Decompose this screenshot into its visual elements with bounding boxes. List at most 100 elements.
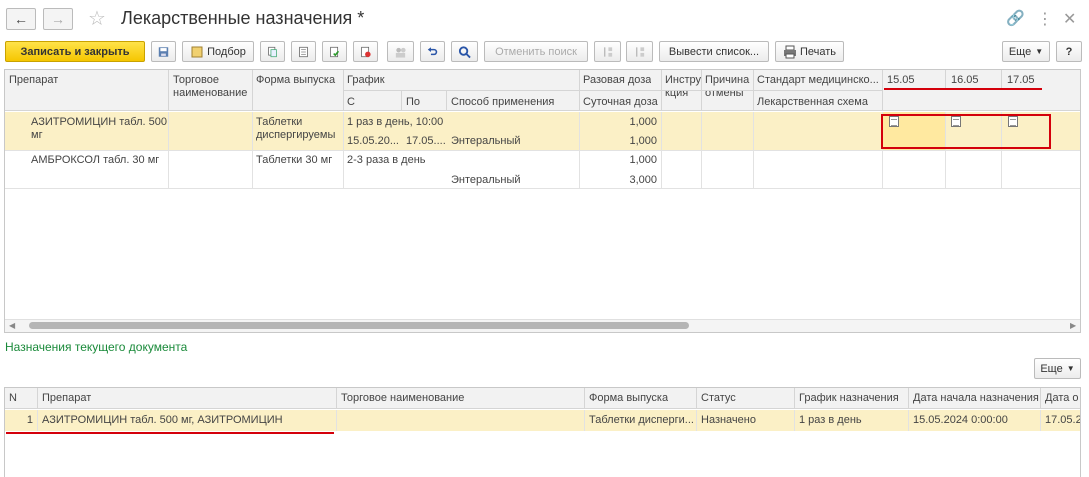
cancel-doc-button[interactable] bbox=[353, 41, 378, 62]
scroll-left-icon[interactable]: ◀ bbox=[9, 321, 15, 330]
save-close-button[interactable]: Записать и закрыть bbox=[5, 41, 145, 62]
title-bar: ← → ☆ Лекарственные назначения * 🔗 ⋮ ✕ bbox=[0, 0, 1089, 38]
row-form: Таблетки дисперги... bbox=[589, 414, 693, 426]
row-date2: 17.05.2 bbox=[1045, 414, 1081, 426]
col-method[interactable]: Способ применения bbox=[451, 96, 554, 109]
copy-button[interactable] bbox=[260, 41, 285, 62]
search-icon bbox=[458, 45, 471, 58]
row-schedule: 1 раз в день bbox=[799, 414, 862, 426]
row1-to: 17.05.... bbox=[406, 135, 446, 147]
prescriptions-table: Препарат Торговое наименование Форма вып… bbox=[4, 69, 1081, 333]
col-schedule[interactable]: График bbox=[347, 74, 385, 87]
col-date-1505[interactable]: 15.05 bbox=[887, 74, 915, 87]
row1-from: 15.05.20... bbox=[347, 135, 399, 147]
row2-daily-dose: 3,000 bbox=[629, 174, 657, 186]
col-standard[interactable]: Стандарт медицинско... bbox=[757, 74, 883, 87]
col-start-date[interactable]: Дата начала назначения bbox=[913, 392, 1039, 405]
section-title: Назначения текущего документа bbox=[5, 340, 188, 354]
col-date-1605[interactable]: 16.05 bbox=[951, 74, 979, 87]
red-underline-dates bbox=[884, 88, 1042, 90]
row2-preparat: АМБРОКСОЛ табл. 30 мг bbox=[31, 154, 160, 166]
save-button[interactable] bbox=[151, 41, 176, 62]
col-n[interactable]: N bbox=[9, 392, 17, 405]
col-date2[interactable]: Дата о bbox=[1045, 392, 1079, 405]
favorite-star-icon[interactable]: ☆ bbox=[88, 6, 106, 31]
help-button[interactable]: ? bbox=[1056, 41, 1082, 62]
print-label: Печать bbox=[799, 45, 837, 58]
col-form[interactable]: Форма выпуска bbox=[256, 74, 336, 87]
search-button[interactable] bbox=[451, 41, 478, 62]
red-underline-row bbox=[6, 432, 334, 434]
more-button[interactable]: Еще ▼ bbox=[1002, 41, 1050, 62]
back-button[interactable]: ← bbox=[6, 8, 36, 30]
more-menu-icon[interactable]: ⋮ bbox=[1037, 9, 1053, 29]
col-from[interactable]: С bbox=[347, 96, 355, 109]
row1-preparat: АЗИТРОМИЦИН табл. 500 мг bbox=[31, 116, 167, 141]
col-trade-name[interactable]: Торговое наименование bbox=[341, 392, 464, 405]
printer-icon bbox=[783, 45, 796, 58]
col-date-1705[interactable]: 17.05 bbox=[1007, 74, 1035, 87]
row1-method: Энтеральный bbox=[451, 135, 521, 147]
row1-single-dose: 1,000 bbox=[629, 116, 657, 128]
scroll-right-icon[interactable]: ▶ bbox=[1070, 321, 1076, 330]
document-icon bbox=[299, 46, 308, 57]
row2-method: Энтеральный bbox=[451, 174, 521, 186]
cancel-search-button[interactable]: Отменить поиск bbox=[484, 41, 588, 62]
row-n: 1 bbox=[26, 414, 33, 426]
row2-schedule: 2-3 раза в день bbox=[347, 154, 426, 166]
row-status: Назначено bbox=[701, 414, 756, 426]
approve-button[interactable] bbox=[322, 41, 347, 62]
arrow-left-icon: ← bbox=[14, 11, 28, 27]
row1-schedule: 1 раз в день, 10:00 bbox=[347, 116, 444, 128]
sort-asc-icon bbox=[604, 46, 613, 57]
sort-desc-button[interactable] bbox=[626, 41, 653, 62]
link-icon[interactable]: 🔗 bbox=[1006, 9, 1025, 27]
copy-doc-icon bbox=[268, 46, 277, 57]
row-preparat: АЗИТРОМИЦИН табл. 500 мг, АЗИТРОМИЦИН bbox=[42, 414, 283, 426]
row2-form: Таблетки 30 мг bbox=[256, 154, 333, 166]
podbor-button[interactable]: Подбор bbox=[182, 41, 254, 62]
col-to[interactable]: По bbox=[406, 96, 420, 109]
col-daily-dose[interactable]: Суточная доза bbox=[583, 96, 658, 109]
dropdown-arrow-icon: ▼ bbox=[1035, 47, 1044, 56]
table-row[interactable] bbox=[5, 150, 1080, 188]
users-button[interactable] bbox=[387, 41, 414, 62]
col-preparat[interactable]: Препарат bbox=[9, 74, 58, 87]
col-preparat[interactable]: Препарат bbox=[42, 392, 91, 405]
window-title: Лекарственные назначения * bbox=[121, 8, 365, 28]
col-status[interactable]: Статус bbox=[701, 392, 736, 405]
row1-form: Таблетки диспергируемы bbox=[256, 116, 336, 141]
forward-button[interactable]: → bbox=[43, 8, 73, 30]
col-instruction[interactable]: Инструкция bbox=[665, 74, 701, 100]
floppy-icon bbox=[158, 46, 169, 57]
col-trade-name[interactable]: Торговое наименование bbox=[173, 74, 253, 100]
pick-icon bbox=[191, 46, 203, 57]
col-form[interactable]: Форма выпуска bbox=[589, 392, 668, 405]
col-drug-scheme[interactable]: Лекарственная схема bbox=[757, 96, 868, 109]
dropdown-arrow-icon: ▼ bbox=[1066, 364, 1075, 373]
section-more-label: Еще bbox=[1040, 362, 1063, 375]
col-schedule[interactable]: График назначения bbox=[799, 392, 899, 405]
undo-button[interactable] bbox=[420, 41, 445, 62]
red-highlight-box bbox=[881, 114, 1051, 149]
col-single-dose[interactable]: Разовая доза bbox=[583, 74, 651, 87]
podbor-label: Подбор bbox=[207, 45, 246, 58]
section-more-button[interactable]: Еще ▼ bbox=[1034, 358, 1081, 379]
scrollbar-thumb[interactable] bbox=[29, 322, 689, 329]
arrow-right-icon: → bbox=[51, 11, 65, 27]
doc-check-icon bbox=[330, 46, 340, 57]
more-label: Еще bbox=[1008, 45, 1032, 58]
sort-asc-button[interactable] bbox=[594, 41, 621, 62]
users-icon bbox=[395, 47, 406, 58]
undo-icon bbox=[427, 46, 438, 55]
print-button[interactable]: Печать bbox=[775, 41, 844, 62]
row1-daily-dose: 1,000 bbox=[629, 135, 657, 147]
document-button[interactable] bbox=[291, 41, 316, 62]
doc-cancel-icon bbox=[361, 46, 371, 57]
close-icon[interactable]: ✕ bbox=[1063, 9, 1076, 29]
row2-single-dose: 1,000 bbox=[629, 154, 657, 166]
command-bar: Записать и закрыть Подбор Отменить поиск… bbox=[0, 39, 1089, 65]
col-cancel-reason[interactable]: Причина отмены bbox=[705, 74, 753, 100]
output-list-button[interactable]: Вывести список... bbox=[659, 41, 769, 62]
sort-desc-icon bbox=[636, 46, 645, 57]
